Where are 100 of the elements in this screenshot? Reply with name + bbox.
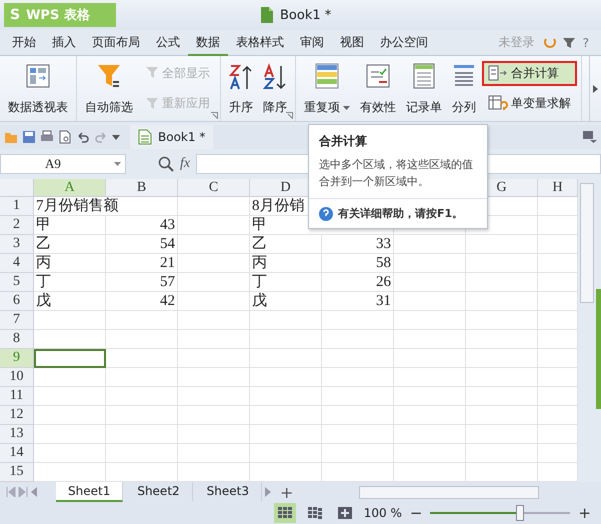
table-cell: [178, 235, 250, 254]
help-button[interactable]: ?: [582, 36, 589, 50]
table-cell: [394, 368, 466, 387]
ribbon-button[interactable]: 分列: [448, 56, 480, 121]
row-header[interactable]: 15: [0, 463, 34, 482]
previous-sheet-icon: [30, 487, 38, 497]
table-cell: [466, 425, 538, 444]
table-cell: [106, 368, 178, 387]
table-cell: [466, 254, 538, 273]
table-cell: 57: [106, 273, 178, 292]
save-icon: [22, 130, 36, 144]
row-header[interactable]: 6: [0, 292, 34, 311]
normal-view-icon: [278, 507, 292, 519]
row-header[interactable]: 14: [0, 444, 34, 463]
table-cell: [466, 330, 538, 349]
row-header[interactable]: 1: [0, 197, 34, 216]
document-tab[interactable]: Book1 *: [130, 125, 214, 149]
table-cell: [394, 349, 466, 368]
table-cell: [34, 387, 106, 406]
active-cell[interactable]: [34, 349, 106, 368]
slider-thumb[interactable]: [516, 505, 524, 521]
table-cell: 54: [106, 235, 178, 254]
table-cell: [250, 387, 322, 406]
table-cell: 乙: [250, 235, 322, 254]
table-cell: [394, 311, 466, 330]
pivot-table-icon: [25, 63, 51, 89]
window-title: Book1 *: [280, 8, 332, 22]
table-cell: [106, 387, 178, 406]
zoom-out-button[interactable]: −: [410, 504, 422, 522]
caret-icon: [114, 162, 121, 166]
function-button[interactable]: fx: [180, 156, 190, 172]
column-header[interactable]: B: [106, 179, 178, 197]
menu-tab[interactable]: 表格样式: [228, 30, 292, 56]
menu-tab[interactable]: 开始: [4, 30, 44, 56]
table-cell: 33: [322, 235, 394, 254]
print-icon: [40, 130, 54, 144]
sort-descending-icon: [263, 63, 287, 91]
ribbon-button[interactable]: 数据透视表: [4, 56, 72, 121]
add-sheet-button[interactable]: +: [274, 482, 300, 502]
table-cell: [178, 311, 250, 330]
ribbon-button[interactable]: 单变量求解: [482, 90, 577, 116]
row-header[interactable]: 12: [0, 406, 34, 425]
row-header[interactable]: 2: [0, 216, 34, 235]
table-cell: 26: [322, 273, 394, 292]
column-header[interactable]: H: [538, 179, 578, 197]
ribbon-button[interactable]: 合并计算: [482, 60, 577, 86]
ribbon-button[interactable]: 有效性: [356, 56, 400, 121]
scroll-right-icon[interactable]: [593, 84, 598, 92]
table-cell: [250, 330, 322, 349]
table-cell: [394, 406, 466, 425]
ribbon-button[interactable]: 降序: [259, 56, 291, 121]
table-cell: [322, 425, 394, 444]
ribbon-button[interactable]: 记录单: [402, 56, 446, 121]
table-cell: [34, 406, 106, 425]
row-header[interactable]: 10: [0, 368, 34, 387]
column-header[interactable]: C: [178, 179, 250, 197]
menu-tab[interactable]: 页面布局: [84, 30, 148, 56]
menu-tab[interactable]: 视图: [332, 30, 372, 56]
split-columns-icon: [452, 63, 476, 89]
name-box[interactable]: A9: [0, 154, 126, 174]
row-header[interactable]: 11: [0, 387, 34, 406]
caret-icon: [112, 134, 120, 140]
ribbon-button[interactable]: 自动筛选: [81, 56, 137, 121]
table-cell: 58: [322, 254, 394, 273]
table-cell: [34, 425, 106, 444]
ribbon-button[interactable]: 重复项: [300, 56, 354, 121]
panel-menu-icon: [583, 131, 597, 143]
table-question-icon: [488, 94, 508, 112]
funnel-icon: [562, 36, 575, 48]
table-cell: [322, 349, 394, 368]
table-cell: [466, 349, 538, 368]
row-header[interactable]: 3: [0, 235, 34, 254]
table-cell: [250, 349, 322, 368]
dialog-launcher-icon[interactable]: [211, 112, 218, 119]
app-name: WPS 表格: [26, 7, 90, 24]
row-header[interactable]: 13: [0, 425, 34, 444]
table-cell: 7月份销售额: [34, 197, 178, 216]
ribbon-button[interactable]: 升序: [225, 56, 257, 121]
caret-icon: [343, 106, 350, 110]
table-cell: [322, 330, 394, 349]
table-cell: 42: [106, 292, 178, 311]
view-mode-button[interactable]: [274, 503, 296, 523]
menu-tab[interactable]: 办公空间: [372, 30, 436, 56]
row-header[interactable]: 4: [0, 254, 34, 273]
dialog-launcher-icon[interactable]: [286, 112, 293, 119]
table-cell: 丙: [250, 254, 322, 273]
table-cell: [34, 368, 106, 387]
document-icon: [258, 6, 274, 24]
row-header[interactable]: 5: [0, 273, 34, 292]
row-header[interactable]: 8: [0, 330, 34, 349]
zoom-in-button[interactable]: +: [578, 504, 591, 522]
table-cell: [106, 425, 178, 444]
menu-tab[interactable]: 公式: [148, 30, 188, 56]
sheet-tab[interactable]: Sheet1: [56, 482, 124, 502]
side-panel-handle[interactable]: [596, 289, 601, 409]
table-cell: [178, 349, 250, 368]
menu-tab[interactable]: 审阅: [292, 30, 332, 56]
menu-tab[interactable]: 插入: [44, 30, 84, 56]
table-cell: 戊: [250, 292, 322, 311]
row-header[interactable]: 7: [0, 311, 34, 330]
